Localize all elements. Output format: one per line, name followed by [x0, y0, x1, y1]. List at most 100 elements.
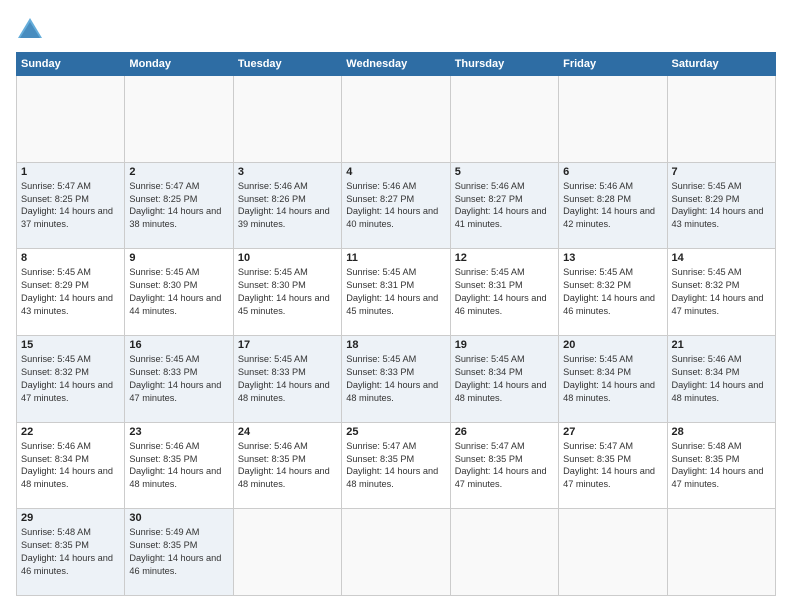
col-friday: Friday [559, 53, 667, 76]
calendar-cell: 9 Sunrise: 5:45 AMSunset: 8:30 PMDayligh… [125, 249, 233, 336]
col-saturday: Saturday [667, 53, 775, 76]
cell-content: Sunrise: 5:47 AMSunset: 8:35 PMDaylight:… [455, 441, 547, 490]
logo [16, 16, 46, 44]
calendar-week-1: 1 Sunrise: 5:47 AMSunset: 8:25 PMDayligh… [17, 162, 776, 249]
calendar-cell [233, 76, 341, 163]
calendar-cell: 13 Sunrise: 5:45 AMSunset: 8:32 PMDaylig… [559, 249, 667, 336]
day-number: 9 [129, 252, 228, 264]
calendar-week-3: 15 Sunrise: 5:45 AMSunset: 8:32 PMDaylig… [17, 335, 776, 422]
day-number: 27 [563, 426, 662, 438]
cell-content: Sunrise: 5:46 AMSunset: 8:28 PMDaylight:… [563, 181, 655, 230]
calendar-cell [125, 76, 233, 163]
day-number: 28 [672, 426, 771, 438]
cell-content: Sunrise: 5:45 AMSunset: 8:34 PMDaylight:… [563, 354, 655, 403]
day-number: 14 [672, 252, 771, 264]
cell-content: Sunrise: 5:46 AMSunset: 8:34 PMDaylight:… [21, 441, 113, 490]
calendar-cell: 12 Sunrise: 5:45 AMSunset: 8:31 PMDaylig… [450, 249, 558, 336]
day-number: 19 [455, 339, 554, 351]
calendar-cell: 11 Sunrise: 5:45 AMSunset: 8:31 PMDaylig… [342, 249, 450, 336]
calendar-cell: 2 Sunrise: 5:47 AMSunset: 8:25 PMDayligh… [125, 162, 233, 249]
day-number: 23 [129, 426, 228, 438]
calendar-cell: 14 Sunrise: 5:45 AMSunset: 8:32 PMDaylig… [667, 249, 775, 336]
day-number: 16 [129, 339, 228, 351]
day-number: 7 [672, 166, 771, 178]
day-number: 8 [21, 252, 120, 264]
cell-content: Sunrise: 5:46 AMSunset: 8:27 PMDaylight:… [455, 181, 547, 230]
header [16, 16, 776, 44]
cell-content: Sunrise: 5:45 AMSunset: 8:33 PMDaylight:… [346, 354, 438, 403]
calendar-cell: 6 Sunrise: 5:46 AMSunset: 8:28 PMDayligh… [559, 162, 667, 249]
day-number: 2 [129, 166, 228, 178]
cell-content: Sunrise: 5:46 AMSunset: 8:35 PMDaylight:… [238, 441, 330, 490]
cell-content: Sunrise: 5:45 AMSunset: 8:29 PMDaylight:… [21, 267, 113, 316]
cell-content: Sunrise: 5:47 AMSunset: 8:25 PMDaylight:… [129, 181, 221, 230]
calendar-week-5: 29 Sunrise: 5:48 AMSunset: 8:35 PMDaylig… [17, 509, 776, 596]
calendar-week-2: 8 Sunrise: 5:45 AMSunset: 8:29 PMDayligh… [17, 249, 776, 336]
calendar-cell: 19 Sunrise: 5:45 AMSunset: 8:34 PMDaylig… [450, 335, 558, 422]
col-thursday: Thursday [450, 53, 558, 76]
cell-content: Sunrise: 5:46 AMSunset: 8:26 PMDaylight:… [238, 181, 330, 230]
calendar-cell [342, 509, 450, 596]
day-number: 24 [238, 426, 337, 438]
day-number: 26 [455, 426, 554, 438]
calendar-cell: 26 Sunrise: 5:47 AMSunset: 8:35 PMDaylig… [450, 422, 558, 509]
day-number: 13 [563, 252, 662, 264]
day-number: 3 [238, 166, 337, 178]
cell-content: Sunrise: 5:45 AMSunset: 8:33 PMDaylight:… [238, 354, 330, 403]
calendar-cell: 21 Sunrise: 5:46 AMSunset: 8:34 PMDaylig… [667, 335, 775, 422]
calendar-cell: 27 Sunrise: 5:47 AMSunset: 8:35 PMDaylig… [559, 422, 667, 509]
day-number: 22 [21, 426, 120, 438]
calendar-week-4: 22 Sunrise: 5:46 AMSunset: 8:34 PMDaylig… [17, 422, 776, 509]
day-number: 17 [238, 339, 337, 351]
calendar-cell [233, 509, 341, 596]
calendar-cell: 15 Sunrise: 5:45 AMSunset: 8:32 PMDaylig… [17, 335, 125, 422]
day-number: 20 [563, 339, 662, 351]
calendar-cell: 4 Sunrise: 5:46 AMSunset: 8:27 PMDayligh… [342, 162, 450, 249]
calendar-cell: 24 Sunrise: 5:46 AMSunset: 8:35 PMDaylig… [233, 422, 341, 509]
calendar-cell: 28 Sunrise: 5:48 AMSunset: 8:35 PMDaylig… [667, 422, 775, 509]
cell-content: Sunrise: 5:45 AMSunset: 8:29 PMDaylight:… [672, 181, 764, 230]
calendar-cell: 16 Sunrise: 5:45 AMSunset: 8:33 PMDaylig… [125, 335, 233, 422]
col-wednesday: Wednesday [342, 53, 450, 76]
day-number: 6 [563, 166, 662, 178]
day-number: 12 [455, 252, 554, 264]
calendar-cell [667, 509, 775, 596]
calendar-cell: 10 Sunrise: 5:45 AMSunset: 8:30 PMDaylig… [233, 249, 341, 336]
day-number: 18 [346, 339, 445, 351]
cell-content: Sunrise: 5:48 AMSunset: 8:35 PMDaylight:… [21, 527, 113, 576]
cell-content: Sunrise: 5:45 AMSunset: 8:31 PMDaylight:… [346, 267, 438, 316]
calendar-cell: 23 Sunrise: 5:46 AMSunset: 8:35 PMDaylig… [125, 422, 233, 509]
cell-content: Sunrise: 5:45 AMSunset: 8:33 PMDaylight:… [129, 354, 221, 403]
page: Sunday Monday Tuesday Wednesday Thursday… [0, 0, 792, 612]
calendar-cell: 5 Sunrise: 5:46 AMSunset: 8:27 PMDayligh… [450, 162, 558, 249]
calendar-cell [559, 509, 667, 596]
calendar-cell: 18 Sunrise: 5:45 AMSunset: 8:33 PMDaylig… [342, 335, 450, 422]
cell-content: Sunrise: 5:47 AMSunset: 8:35 PMDaylight:… [563, 441, 655, 490]
cell-content: Sunrise: 5:46 AMSunset: 8:35 PMDaylight:… [129, 441, 221, 490]
cell-content: Sunrise: 5:45 AMSunset: 8:31 PMDaylight:… [455, 267, 547, 316]
calendar-cell: 30 Sunrise: 5:49 AMSunset: 8:35 PMDaylig… [125, 509, 233, 596]
cell-content: Sunrise: 5:45 AMSunset: 8:34 PMDaylight:… [455, 354, 547, 403]
calendar-cell: 25 Sunrise: 5:47 AMSunset: 8:35 PMDaylig… [342, 422, 450, 509]
day-number: 29 [21, 512, 120, 524]
cell-content: Sunrise: 5:45 AMSunset: 8:32 PMDaylight:… [672, 267, 764, 316]
calendar-cell [342, 76, 450, 163]
day-number: 21 [672, 339, 771, 351]
calendar-cell: 22 Sunrise: 5:46 AMSunset: 8:34 PMDaylig… [17, 422, 125, 509]
cell-content: Sunrise: 5:48 AMSunset: 8:35 PMDaylight:… [672, 441, 764, 490]
day-number: 4 [346, 166, 445, 178]
calendar-cell: 29 Sunrise: 5:48 AMSunset: 8:35 PMDaylig… [17, 509, 125, 596]
cell-content: Sunrise: 5:45 AMSunset: 8:32 PMDaylight:… [563, 267, 655, 316]
calendar-header-row: Sunday Monday Tuesday Wednesday Thursday… [17, 53, 776, 76]
col-tuesday: Tuesday [233, 53, 341, 76]
cell-content: Sunrise: 5:47 AMSunset: 8:35 PMDaylight:… [346, 441, 438, 490]
calendar-cell [17, 76, 125, 163]
day-number: 1 [21, 166, 120, 178]
calendar-cell: 1 Sunrise: 5:47 AMSunset: 8:25 PMDayligh… [17, 162, 125, 249]
day-number: 15 [21, 339, 120, 351]
calendar-cell [667, 76, 775, 163]
cell-content: Sunrise: 5:49 AMSunset: 8:35 PMDaylight:… [129, 527, 221, 576]
calendar-cell: 3 Sunrise: 5:46 AMSunset: 8:26 PMDayligh… [233, 162, 341, 249]
cell-content: Sunrise: 5:45 AMSunset: 8:30 PMDaylight:… [238, 267, 330, 316]
calendar-cell: 7 Sunrise: 5:45 AMSunset: 8:29 PMDayligh… [667, 162, 775, 249]
